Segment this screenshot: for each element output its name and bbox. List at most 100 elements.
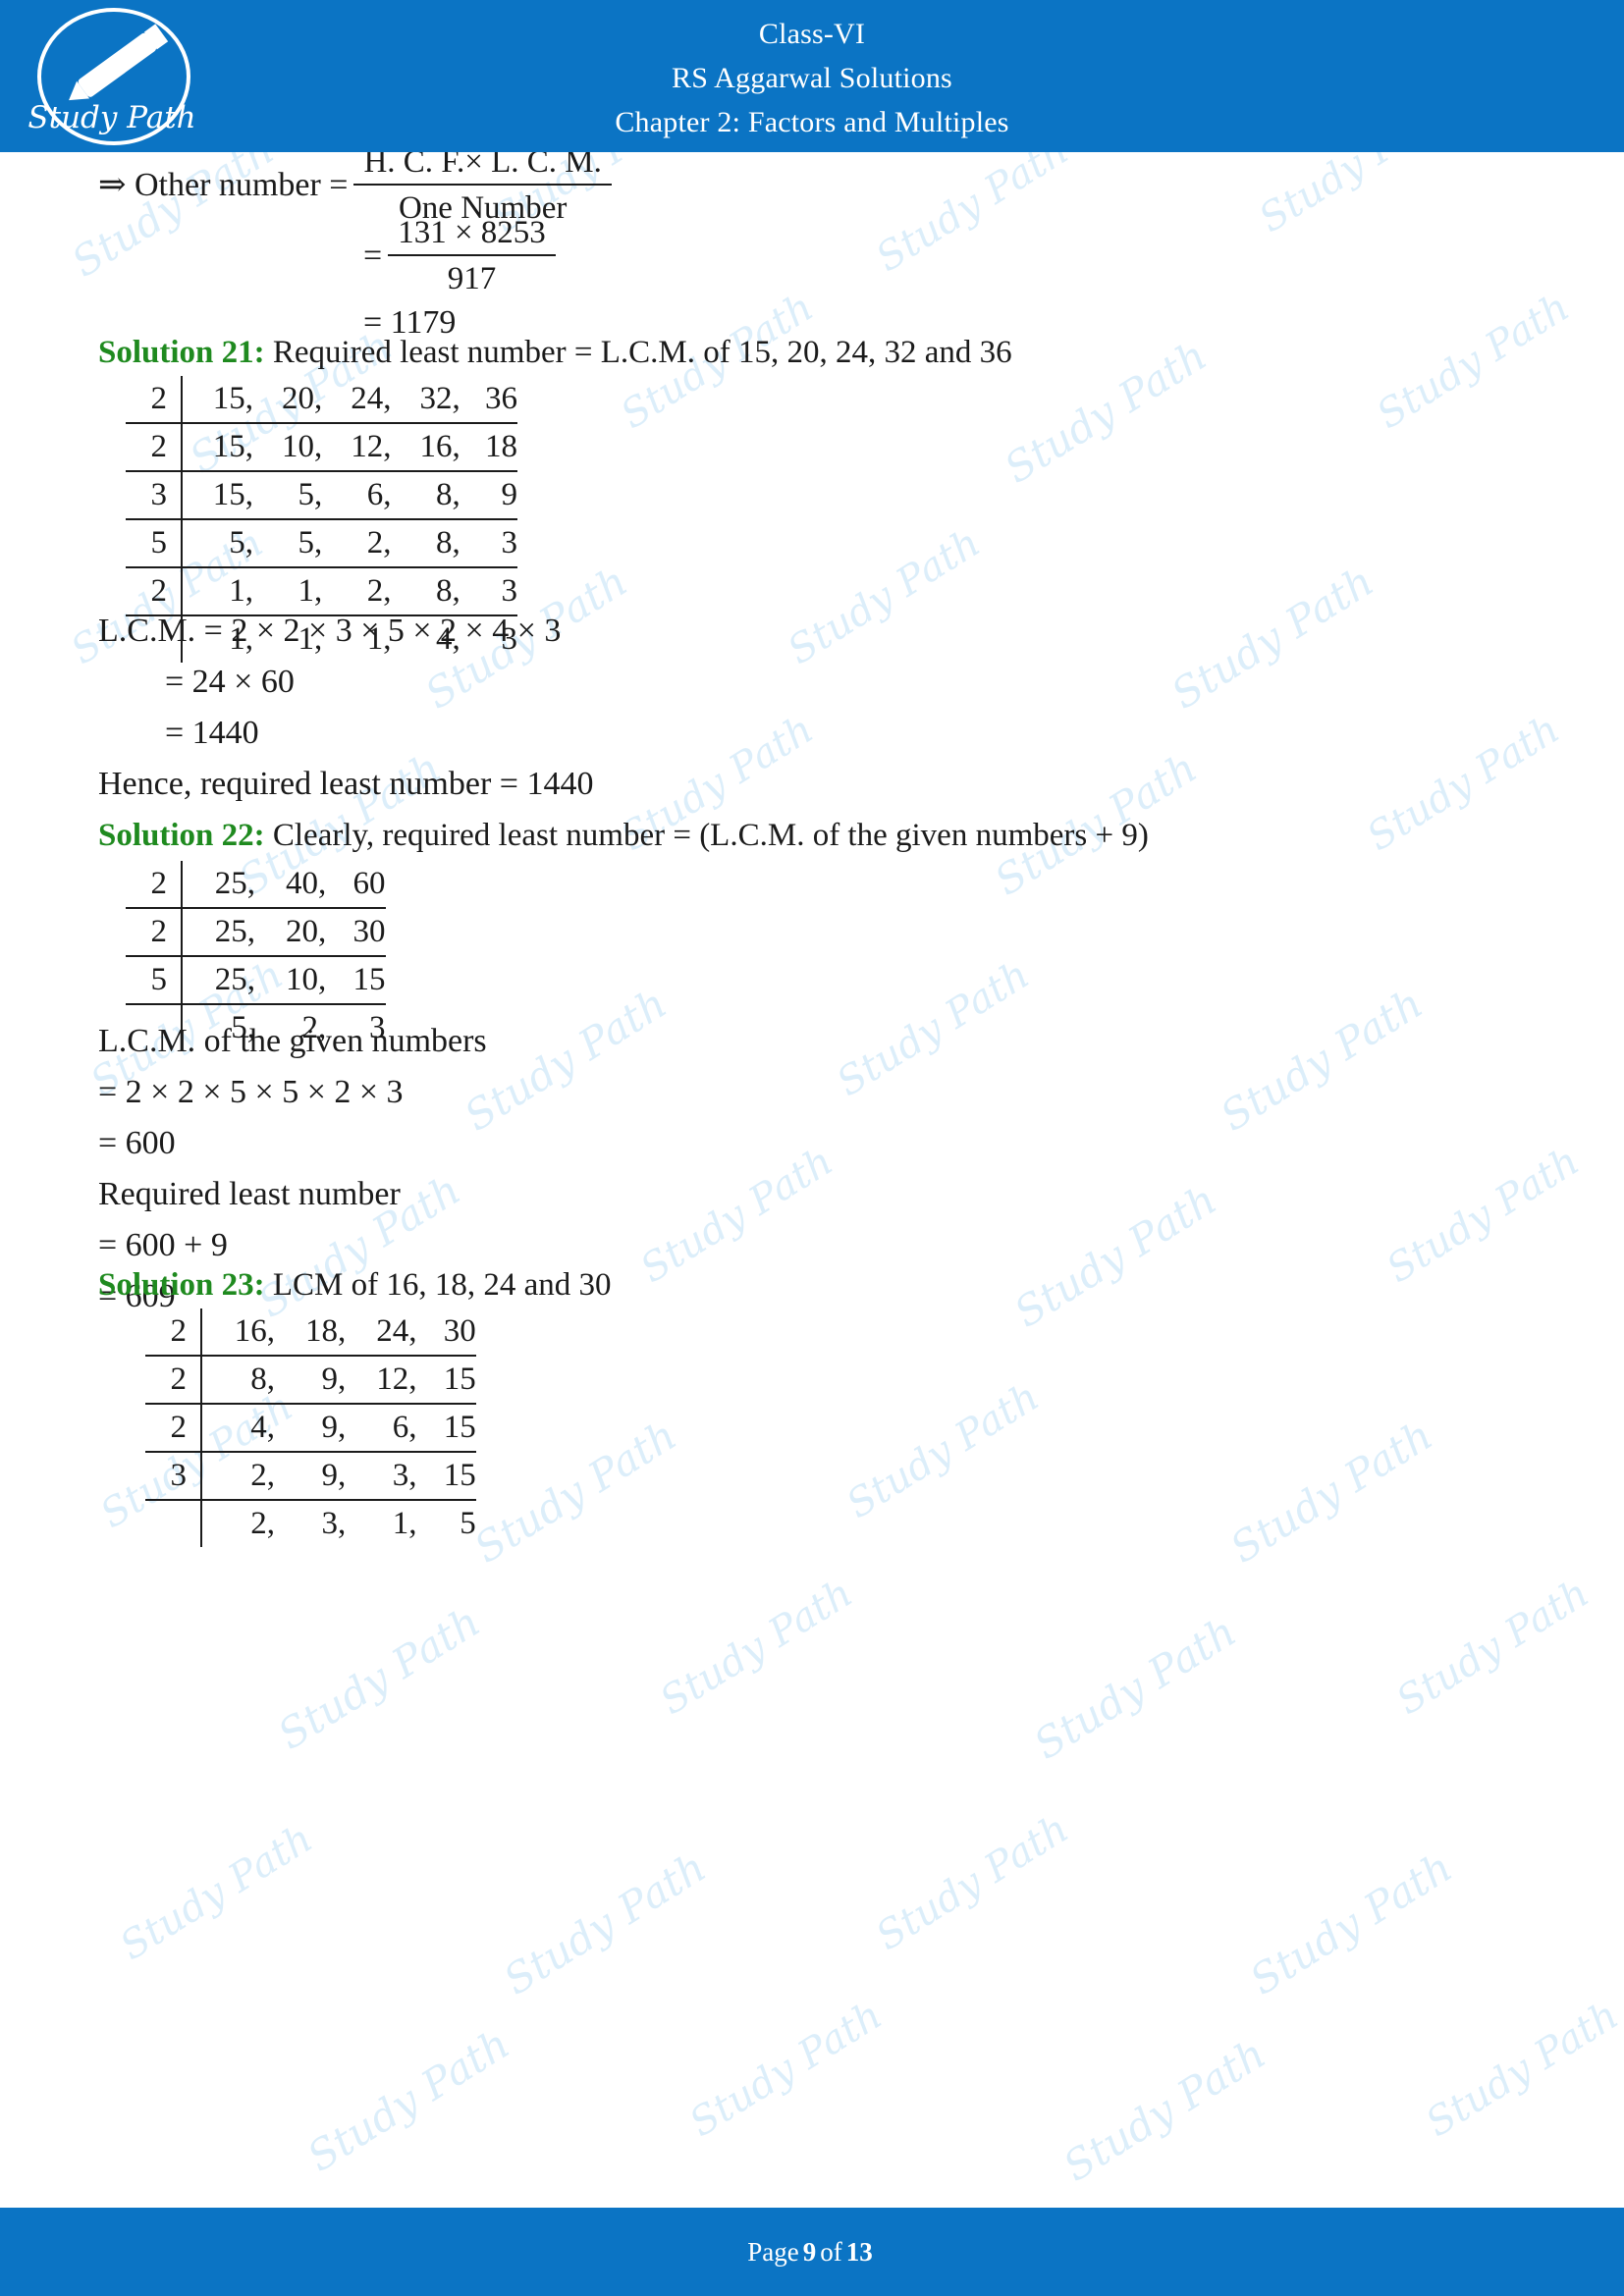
ladder-divisor [145,1500,202,1547]
ladder-cell: 2, [366,525,392,561]
numeric-fraction: 131 × 8253 917 [388,213,556,298]
ladder-cell: 16, [419,429,460,464]
watermark: Study Path [829,951,1038,1106]
watermark: Study Path [495,1842,715,2004]
solution-22-heading: Solution 22: Clearly, required least num… [98,810,1149,861]
ladder-values: 15, 10, 12, 16, 18 [182,423,517,472]
ladder-values: 4, 9, 6, 15 [201,1404,476,1453]
header-book-line: RS Aggarwal Solutions [672,62,952,94]
ladder-cell: 36 [485,381,517,416]
solution-21: Solution 21: Required least number = L.C… [98,327,1012,378]
watermark: Study Path [996,331,1216,493]
ladder-cell: 24, [351,381,392,416]
table-row: 2, 3, 1, 5 [145,1500,476,1547]
ladder-cell: 25, [214,914,255,949]
ladder-cell: 32, [419,381,460,416]
watermark: Study Path [1418,1992,1624,2147]
solution-21-tag: Solution 21: [98,335,265,370]
ladder-cell: 15 [443,1458,476,1493]
ladder-cell: 12, [351,429,392,464]
header-title-block: Class-VI RS Aggarwal Solutions Chapter 2… [0,0,1624,144]
table-row: 5 25, 10, 15 [126,956,386,1005]
ladder-values: 25, 10, 15 [182,956,386,1005]
ladder-cell: 60 [352,866,386,901]
ladder-cell: 8, [436,477,460,512]
ladder-cell: 9, [321,1362,347,1397]
ladder-cell: 30 [352,914,386,949]
ladder-cell: 10, [286,962,327,997]
ladder-cell: 25, [214,962,255,997]
solution-21-conclusion: Hence, required least number = 1440 [98,766,594,802]
page-footer: Page 9 of 13 [0,2208,1624,2296]
document-page: Study Path Class-VI RS Aggarwal Solution… [0,0,1624,2296]
solution-23-tag: Solution 23: [98,1267,265,1303]
ladder-cell: 3, [392,1458,417,1493]
solution-21-lcm-step3: = 1440 [165,715,259,751]
ladder-cell: 3 [501,525,518,561]
watermark: Study Path [1359,706,1568,861]
watermark: Study Path [1163,557,1382,719]
watermark: Study Path [1212,979,1432,1141]
ladder-cell: 15, [212,477,253,512]
ladder-cell: 6, [392,1410,417,1445]
ladder-cell: 15 [443,1362,476,1397]
ladder-cell: 24, [376,1313,417,1349]
watermark: Study Path [652,1570,861,1725]
table-row: 2 16, 18, 24, 30 [145,1308,476,1357]
ladder-cell: 15, [212,429,253,464]
solution-21-lcm-step2: = 24 × 60 [165,664,295,700]
ladder-cell: 18, [305,1313,347,1349]
ladder-cell: 6, [366,477,392,512]
watermark: Study Path [1005,1175,1225,1337]
solution-21-working: L.C.M. = 2 × 2 × 3 × 5 × 2 × 4 × 3 = 24 … [98,606,593,810]
ladder-cell: 8, [250,1362,275,1397]
solution-21-statement: Required least number = L.C.M. of 15, 20… [272,335,1012,370]
ladder-cell: 16, [234,1313,275,1349]
watermark: Study Path [456,979,676,1141]
equals-sign-2: = [363,237,383,274]
ladder-cell: 15 [443,1410,476,1445]
solution-22-line-1: L.C.M. of the given numbers [98,1023,487,1059]
table-row: 3 15, 5, 6, 8, 9 [126,471,517,520]
watermark: Study Path [632,1138,841,1293]
solution-21-heading: Solution 21: Required least number = L.C… [98,327,1012,378]
ladder-cell: 15 [352,962,386,997]
table-row: 2 15, 20, 24, 32, 36 [126,376,517,424]
ladder-divisor: 2 [126,908,183,957]
footer-page-number: 9 [802,2236,817,2267]
derivation-prefix: ⇒ Other number = [98,166,349,203]
ladder-values: 16, 18, 24, 30 [201,1308,476,1357]
ladder-divisor: 2 [126,376,183,424]
table-row: 2 25, 20, 30 [126,908,386,957]
watermark: Study Path [1369,284,1578,439]
solution-22-line-2: = 2 × 2 × 5 × 5 × 2 × 3 [98,1074,404,1110]
ladder-cell: 1, [298,573,323,609]
table-row: 5 5, 5, 2, 8, 3 [126,519,518,568]
footer-page-of: of [820,2236,842,2267]
numeric-fraction-line: = 131 × 8253 917 [363,213,562,298]
ladder-cell: 15, [212,381,253,416]
ladder-cell: 2, [250,1506,275,1541]
lcm-division-table: 2 16, 18, 24, 30 2 8, 9, 12, 15 2 4, 9, … [145,1308,476,1547]
ladder-cell: 5, [298,477,323,512]
ladder-cell: 30 [443,1313,476,1349]
ladder-cell: 3 [501,573,518,609]
footer-total-pages: 13 [845,2236,873,2267]
ladder-divisor: 2 [145,1404,202,1453]
watermark: Study Path [1379,1138,1588,1293]
ladder-cell: 25, [214,866,255,901]
watermark: Study Path [269,1597,489,1759]
ladder-values: 8, 9, 12, 15 [201,1356,476,1405]
ladder-divisor: 2 [126,861,183,909]
ladder-divisor: 5 [126,519,183,568]
solution-23-statement: LCM of 16, 18, 24 and 30 [272,1267,612,1303]
ladder-cell: 18 [485,429,517,464]
solution-21-lcm-line: L.C.M. = 2 × 2 × 3 × 5 × 2 × 4 × 3 [98,613,562,649]
footer-page-prefix: Page [747,2236,799,2267]
watermark: Study Path [1388,1570,1597,1725]
ladder-divisor: 3 [126,471,183,520]
solution-23-heading: Solution 23: LCM of 16, 18, 24 and 30 [98,1259,612,1310]
fraction-numerator: 131 × 8253 [398,215,546,250]
header-chapter-line: Chapter 2: Factors and Multiples [615,106,1009,138]
watermark: Study Path [780,519,989,674]
